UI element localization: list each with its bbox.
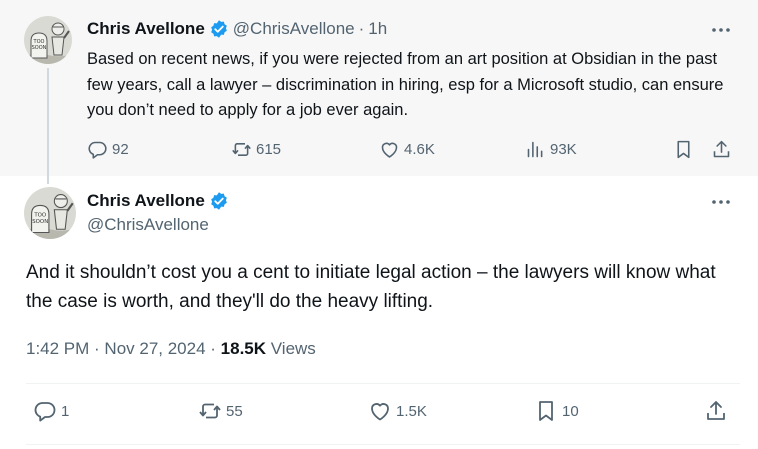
- views-count[interactable]: 18.5K: [221, 339, 266, 358]
- heart-icon: [371, 403, 389, 421]
- like-button[interactable]: 1.5K: [368, 398, 427, 424]
- meta-separator: ·: [89, 339, 105, 358]
- like-count: 4.6K: [404, 140, 435, 158]
- repost-icon: [199, 403, 221, 419]
- bookmark-button[interactable]: 10: [534, 398, 579, 424]
- tweet-time[interactable]: 1:42 PM: [26, 339, 89, 358]
- share-button[interactable]: [704, 398, 728, 424]
- svg-text:TOO: TOO: [33, 212, 46, 218]
- tweet-text: Based on recent news, if you were reject…: [87, 50, 724, 119]
- reply-count: 92: [112, 140, 129, 158]
- time-ago[interactable]: 1h: [368, 19, 387, 39]
- verified-badge-icon[interactable]: [209, 191, 229, 211]
- share-icon: [713, 140, 730, 157]
- tweet-text: And it shouldn’t cost you a cent to init…: [26, 262, 716, 312]
- view-count: 93K: [550, 140, 577, 158]
- like-button[interactable]: 4.6K: [379, 136, 435, 162]
- parent-tweet[interactable]: TOO SOON Chris Avellone @ChrisAvellone ·…: [0, 0, 758, 176]
- reply-icon: [88, 141, 107, 159]
- meta-separator: ·: [358, 19, 365, 38]
- reply-icon: [34, 402, 56, 422]
- tweet-thread: TOO SOON Chris Avellone @ChrisAvellone ·…: [0, 0, 758, 449]
- parent-action-bar: 92 615 4.6K 93K: [87, 136, 737, 162]
- repost-count: 55: [226, 402, 243, 420]
- avatar[interactable]: TOO SOON: [24, 16, 72, 64]
- like-count: 1.5K: [396, 402, 427, 420]
- tweet-timestamp-row: 1:42 PM · Nov 27, 2024 · 18.5K Views: [26, 339, 316, 359]
- author-name-row: Chris Avellone: [87, 190, 229, 212]
- meta-separator: ·: [205, 339, 221, 358]
- more-icon[interactable]: [709, 192, 733, 212]
- author-handle[interactable]: @ChrisAvellone: [233, 19, 355, 39]
- reply-count: 1: [61, 402, 70, 420]
- repost-icon: [232, 142, 251, 156]
- repost-button[interactable]: 615: [231, 136, 281, 162]
- svg-text:SOON: SOON: [32, 45, 47, 51]
- author-block: Chris Avellone @ChrisAvellone: [87, 190, 229, 235]
- thread-connector-line: [47, 68, 49, 184]
- author-name[interactable]: Chris Avellone: [87, 191, 205, 211]
- views-label: Views: [266, 339, 316, 358]
- views-icon: [527, 141, 543, 157]
- divider: [26, 444, 740, 445]
- avatar[interactable]: TOO SOON: [24, 187, 76, 239]
- reply-button[interactable]: 1: [33, 398, 69, 424]
- repost-button[interactable]: 55: [198, 398, 243, 424]
- main-action-bar: 1 55 1.5K 10: [26, 398, 736, 426]
- tweet-date[interactable]: Nov 27, 2024: [104, 339, 205, 358]
- bookmark-icon: [539, 401, 553, 421]
- share-icon: [707, 401, 725, 420]
- repost-count: 615: [256, 140, 282, 158]
- bookmark-icon: [677, 140, 690, 158]
- svg-text:SOON: SOON: [32, 219, 48, 225]
- verified-badge-icon[interactable]: [209, 19, 229, 39]
- author-handle[interactable]: @ChrisAvellone: [87, 215, 229, 235]
- share-button[interactable]: [711, 136, 732, 162]
- more-icon[interactable]: [709, 20, 733, 40]
- bookmark-button[interactable]: [673, 136, 694, 162]
- heart-icon: [381, 142, 398, 158]
- bookmark-count: 10: [562, 402, 579, 420]
- divider: [26, 383, 740, 384]
- parent-tweet-header: Chris Avellone @ChrisAvellone · 1h: [87, 18, 387, 40]
- author-name[interactable]: Chris Avellone: [87, 19, 205, 39]
- reply-button[interactable]: 92: [87, 136, 129, 162]
- views-button[interactable]: 93K: [525, 136, 577, 162]
